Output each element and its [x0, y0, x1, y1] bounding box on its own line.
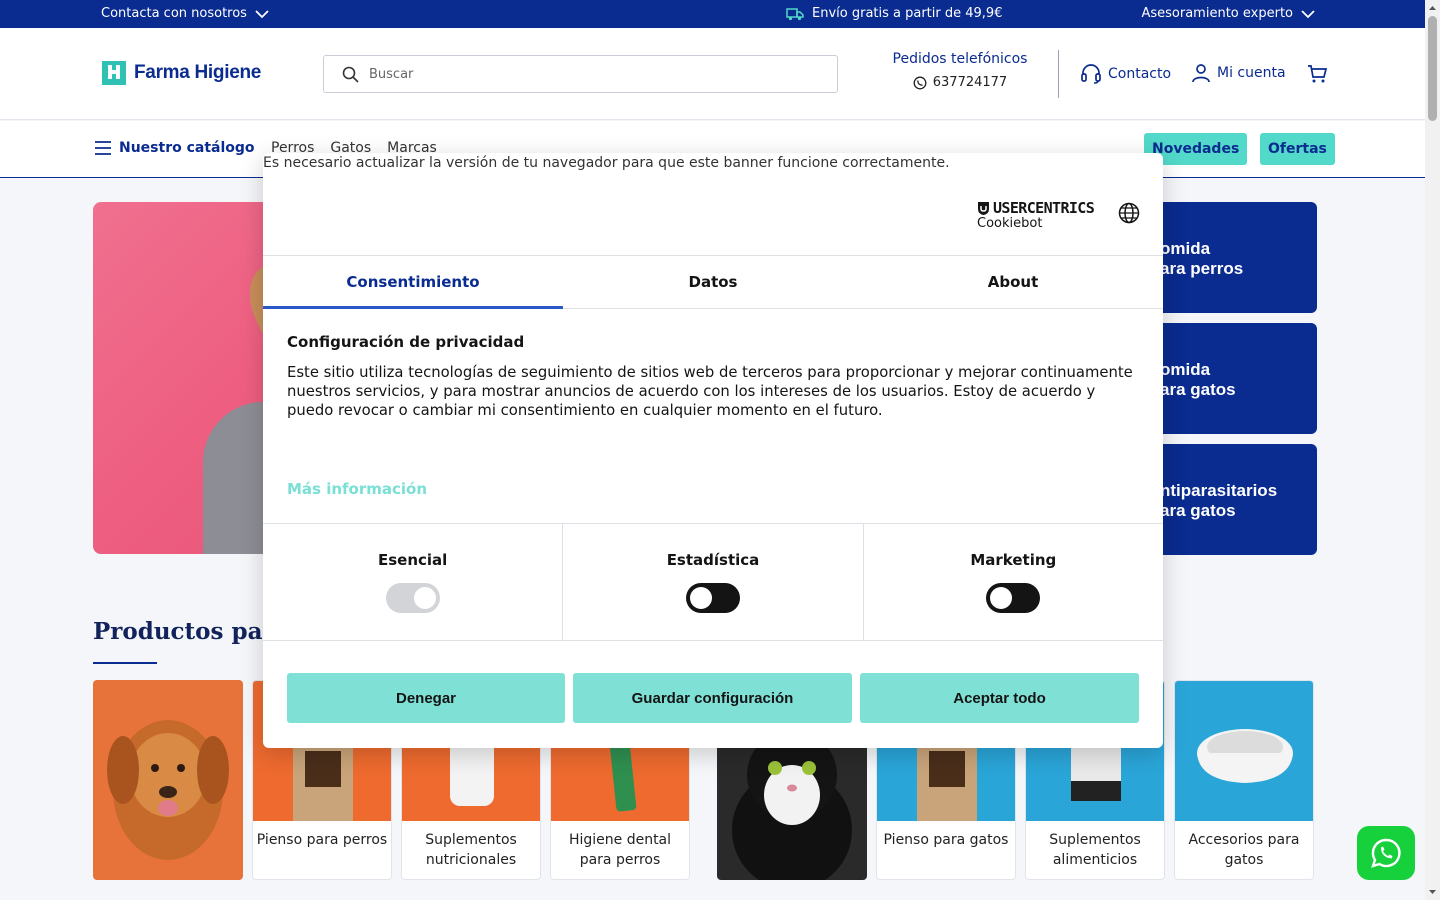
cart-button[interactable]: [1307, 64, 1327, 84]
logo-icon: [102, 61, 126, 85]
tab-about[interactable]: About: [863, 256, 1163, 308]
toggle-group-esencial: Esencial: [263, 524, 564, 640]
dog-photo[interactable]: [93, 680, 243, 880]
card-label: Suplementos nutricionales: [425, 832, 517, 868]
tile-line2: ara gatos: [1160, 501, 1236, 520]
site-header: Farma Higiene Pedidos telefónicos 637724…: [0, 28, 1425, 120]
ofertas-button[interactable]: Ofertas: [1260, 133, 1335, 165]
logo-text: Farma Higiene: [134, 62, 262, 83]
tab-consentimiento[interactable]: Consentimiento: [263, 256, 563, 309]
hamburger-icon: [95, 141, 111, 155]
more-info-link[interactable]: Más información: [287, 480, 427, 498]
product-card[interactable]: Accesorios para gatos: [1174, 680, 1314, 880]
shield-icon: [978, 201, 989, 215]
whatsapp-icon: [1371, 838, 1401, 868]
expert-advice-label: Asesoramiento experto: [1141, 6, 1293, 21]
phone-orders: Pedidos telefónicos 637724177: [880, 51, 1040, 90]
products-section-title: Productos para: [93, 618, 290, 645]
toggle-label: Esencial: [378, 551, 448, 569]
title-underline: [93, 662, 157, 664]
card-label: Pienso para perros: [256, 832, 388, 848]
card-label: Accesorios para gatos: [1188, 832, 1300, 868]
account-link[interactable]: Mi cuenta: [1191, 63, 1286, 83]
chevron-down-icon: [1301, 9, 1315, 18]
tile-line1: omida: [1160, 239, 1211, 258]
tile-line1: omida: [1160, 360, 1211, 379]
search-icon: [342, 66, 359, 83]
site-logo[interactable]: Farma Higiene: [102, 61, 261, 85]
search-box[interactable]: [323, 55, 838, 93]
catalog-menu-label: Nuestro catálogo: [119, 140, 255, 156]
dog-illustration: [107, 720, 229, 860]
free-shipping-text: Envío gratis a partir de 49,9€: [812, 6, 1003, 21]
cookie-consent-dialog: Es necesario actualizar la versión de tu…: [263, 153, 1163, 748]
cookiebot-wordmark: Cookiebot: [977, 216, 1043, 231]
tile-line2: ara perros: [1160, 259, 1244, 278]
page-scrollbar[interactable]: [1425, 0, 1440, 900]
headset-icon: [1081, 64, 1101, 84]
whatsapp-icon: [913, 76, 927, 89]
account-link-label: Mi cuenta: [1217, 65, 1286, 81]
consent-body: Configuración de privacidad Este sitio u…: [287, 333, 1137, 420]
privacy-heading: Configuración de privacidad: [287, 333, 525, 351]
scroll-up-arrow-icon[interactable]: [1425, 2, 1440, 14]
card-label: Suplementos alimenticios: [1049, 832, 1141, 868]
cart-icon: [1308, 65, 1327, 83]
privacy-description: Este sitio utiliza tecnologías de seguim…: [287, 364, 1133, 419]
globe-icon[interactable]: [1118, 202, 1140, 224]
card-image: [1175, 681, 1313, 821]
bowl-icon: [1197, 729, 1293, 783]
header-divider: [1058, 50, 1059, 98]
user-icon: [1192, 64, 1210, 83]
scroll-down-arrow-icon[interactable]: [1425, 886, 1440, 898]
phone-number-link[interactable]: 637724177: [880, 75, 1040, 90]
catalog-menu-button[interactable]: Nuestro catálogo: [95, 140, 255, 156]
contact-dropdown[interactable]: Contacta con nosotros: [101, 6, 269, 21]
phone-number: 637724177: [932, 75, 1008, 90]
estadistica-toggle[interactable]: [685, 583, 740, 613]
card-label: Higiene dental para perros: [568, 832, 672, 868]
deny-button[interactable]: Denegar: [287, 673, 565, 723]
truck-icon: [786, 7, 804, 20]
consent-toggles: Esencial Estadística Marketing: [263, 523, 1163, 641]
expert-advice-dropdown[interactable]: Asesoramiento experto: [1141, 6, 1315, 21]
tab-datos[interactable]: Datos: [563, 256, 863, 308]
toggle-group-marketing: Marketing: [864, 524, 1163, 640]
card-label: Pienso para gatos: [883, 832, 1009, 848]
tile-line1: ntiparasitarios: [1160, 481, 1278, 500]
free-shipping-notice: Envío gratis a partir de 49,9€: [786, 6, 1002, 21]
browser-update-warning: Es necesario actualizar la versión de tu…: [263, 155, 950, 171]
toggle-group-estadistica: Estadística: [563, 524, 864, 640]
whatsapp-chat-button[interactable]: [1357, 826, 1415, 880]
consent-buttons: Denegar Guardar configuración Aceptar to…: [287, 673, 1139, 723]
contact-dropdown-label: Contacta con nosotros: [101, 6, 247, 21]
marketing-toggle[interactable]: [986, 583, 1041, 613]
tile-line2: ara gatos: [1160, 380, 1236, 399]
accept-all-button[interactable]: Aceptar todo: [860, 673, 1139, 723]
esencial-toggle: [385, 583, 440, 613]
toggle-label: Estadística: [666, 551, 760, 569]
consent-tabs: Consentimiento Datos About: [263, 255, 1163, 309]
save-settings-button[interactable]: Guardar configuración: [573, 673, 852, 723]
contact-link-label: Contacto: [1108, 66, 1172, 82]
usercentrics-wordmark: USERCENTRICS: [993, 199, 1095, 217]
toggle-label: Marketing: [970, 551, 1057, 569]
contact-link[interactable]: Contacto: [1080, 63, 1171, 85]
cookiebot-brand: USERCENTRICS Cookiebot: [977, 199, 1095, 231]
scrollbar-thumb[interactable]: [1428, 16, 1437, 121]
chevron-down-icon: [255, 9, 269, 18]
search-input[interactable]: [369, 66, 789, 82]
phone-orders-title: Pedidos telefónicos: [892, 51, 1028, 67]
top-bar: Contacta con nosotros Envío gratis a par…: [0, 0, 1425, 28]
